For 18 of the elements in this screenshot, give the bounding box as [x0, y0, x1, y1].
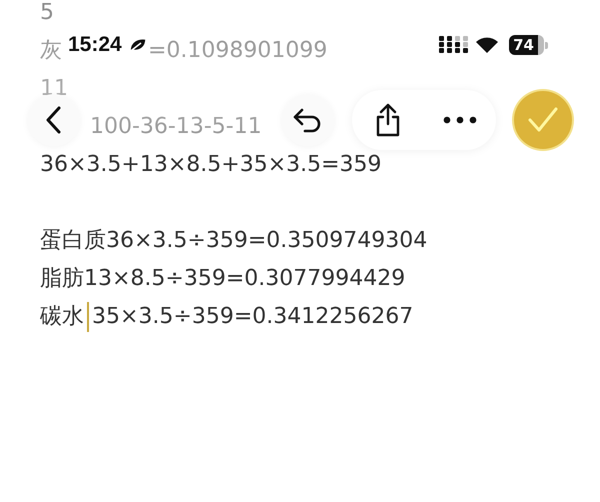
wifi-icon	[475, 36, 500, 54]
note-text: 13×8.5÷359=0.3077994429	[84, 266, 406, 292]
signal-icon	[439, 36, 470, 54]
note-text: 灰	[40, 38, 62, 64]
note-text: 100-36-13-5-11	[90, 114, 262, 140]
note-text: =0.1098901099	[148, 38, 328, 64]
note-text: 11	[40, 76, 68, 102]
note-text: 35×3.5÷359=0.3412256267	[92, 304, 414, 330]
note-text: 36×3.5÷359=0.3509749304	[106, 228, 428, 254]
note-label: 碳水	[40, 304, 84, 330]
more-icon	[443, 116, 477, 124]
status-time: 15:24	[68, 33, 122, 57]
note-text: 5	[40, 0, 54, 26]
note-label: 蛋白质	[40, 228, 106, 254]
battery-level: 74	[509, 35, 544, 55]
note-label: 脂肪	[40, 266, 84, 292]
note-text: 36×3.5+13×8.5+35×3.5=359	[40, 152, 382, 178]
leaf-icon	[128, 37, 148, 53]
